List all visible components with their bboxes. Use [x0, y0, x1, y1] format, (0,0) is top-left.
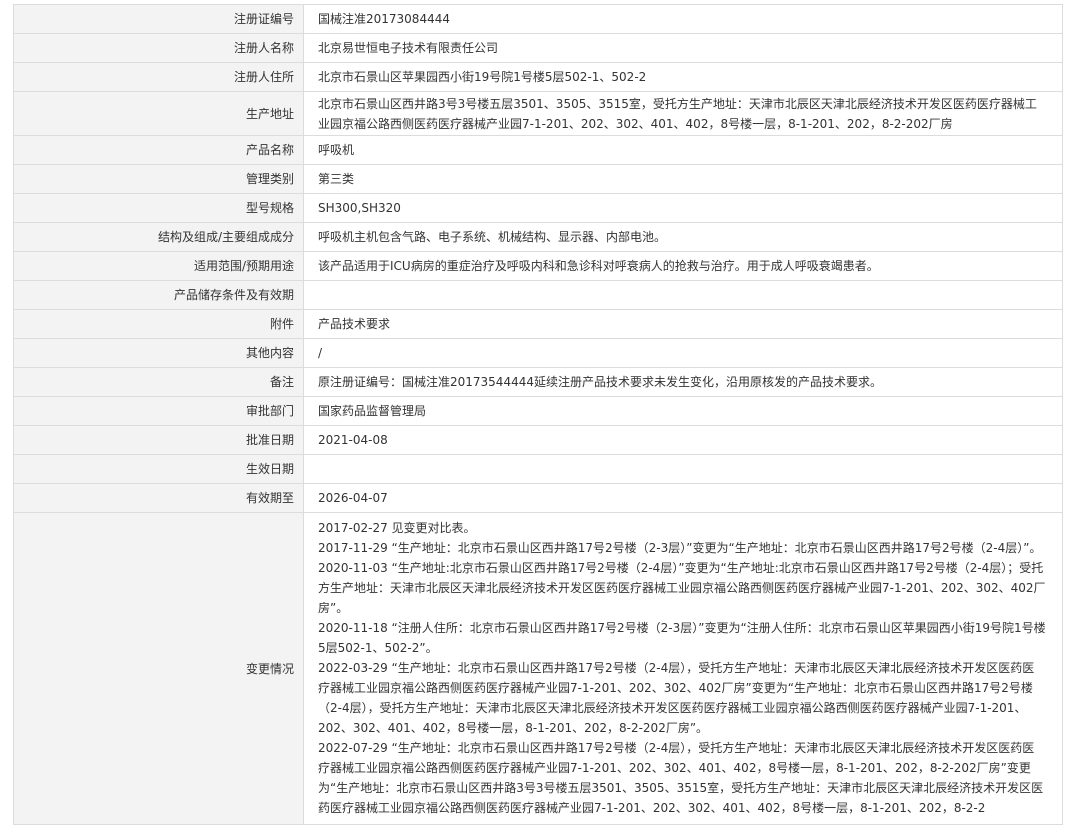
row-attachment: 附件 产品技术要求	[13, 309, 1063, 339]
value-structure: 呼吸机主机包含气路、电子系统、机械结构、显示器、内部电池。	[303, 222, 1063, 252]
label-authority: 审批部门	[13, 396, 304, 426]
label-production-address: 生产地址	[13, 91, 304, 136]
change-entry: 2017-02-27 见变更对比表。	[318, 521, 476, 535]
label-category: 管理类别	[13, 164, 304, 194]
value-authority: 国家药品监督管理局	[303, 396, 1063, 426]
value-storage	[303, 280, 1063, 310]
label-changes: 变更情况	[13, 512, 304, 825]
value-registrant: 北京易世恒电子技术有限责任公司	[303, 33, 1063, 63]
label-storage: 产品储存条件及有效期	[13, 280, 304, 310]
change-entry: 2020-11-18 “注册人住所：北京市石景山区西井路17号2号楼（2-3层）…	[318, 621, 1046, 655]
value-effective-date	[303, 454, 1063, 484]
registration-detail: 注册证编号 国械注准20173084444 注册人名称 北京易世恒电子技术有限责…	[13, 4, 1063, 825]
label-product-name: 产品名称	[13, 135, 304, 165]
row-registrant-address: 注册人住所 北京市石景山区苹果园西小街19号院1号楼5层502-1、502-2	[13, 62, 1063, 92]
row-effective-date: 生效日期	[13, 454, 1063, 484]
row-category: 管理类别 第三类	[13, 164, 1063, 194]
label-structure: 结构及组成/主要组成成分	[13, 222, 304, 252]
label-model: 型号规格	[13, 193, 304, 223]
row-product-name: 产品名称 呼吸机	[13, 135, 1063, 165]
change-entry: 2020-11-03 “生产地址:北京市石景山区西井路17号2号楼（2-4层）”…	[318, 561, 1046, 615]
change-entry: 2022-07-29 “生产地址：北京市石景山区西井路17号2号楼（2-4层），…	[318, 741, 1044, 815]
row-structure: 结构及组成/主要组成成分 呼吸机主机包含气路、电子系统、机械结构、显示器、内部电…	[13, 222, 1063, 252]
value-production-address: 北京市石景山区西井路3号3号楼五层3501、3505、3515室，受托方生产地址…	[303, 91, 1063, 136]
label-remarks: 备注	[13, 367, 304, 397]
row-other: 其他内容 /	[13, 338, 1063, 368]
label-expiry-date: 有效期至	[13, 483, 304, 513]
row-registrant: 注册人名称 北京易世恒电子技术有限责任公司	[13, 33, 1063, 63]
row-expiry-date: 有效期至 2026-04-07	[13, 483, 1063, 513]
row-authority: 审批部门 国家药品监督管理局	[13, 396, 1063, 426]
value-model: SH300,SH320	[303, 193, 1063, 223]
value-attachment: 产品技术要求	[303, 309, 1063, 339]
value-other: /	[303, 338, 1063, 368]
label-approval-date: 批准日期	[13, 425, 304, 455]
label-effective-date: 生效日期	[13, 454, 304, 484]
label-other: 其他内容	[13, 338, 304, 368]
row-reg-no: 注册证编号 国械注准20173084444	[13, 4, 1063, 34]
change-entry: 2017-11-29 “生产地址：北京市石景山区西井路17号2号楼（2-3层）”…	[318, 541, 1042, 555]
label-registrant: 注册人名称	[13, 33, 304, 63]
value-reg-no: 国械注准20173084444	[303, 4, 1063, 34]
row-changes: 变更情况 2017-02-27 见变更对比表。 2017-11-29 “生产地址…	[13, 512, 1063, 825]
row-model: 型号规格 SH300,SH320	[13, 193, 1063, 223]
label-scope: 适用范围/预期用途	[13, 251, 304, 281]
label-registrant-address: 注册人住所	[13, 62, 304, 92]
row-remarks: 备注 原注册证编号：国械注准20173544444延续注册产品技术要求未发生变化…	[13, 367, 1063, 397]
value-category: 第三类	[303, 164, 1063, 194]
value-scope: 该产品适用于ICU病房的重症治疗及呼吸内科和急诊科对呼衰病人的抢救与治疗。用于成…	[303, 251, 1063, 281]
registration-table: 注册证编号 国械注准20173084444 注册人名称 北京易世恒电子技术有限责…	[13, 4, 1063, 825]
row-approval-date: 批准日期 2021-04-08	[13, 425, 1063, 455]
row-production-address: 生产地址 北京市石景山区西井路3号3号楼五层3501、3505、3515室，受托…	[13, 91, 1063, 136]
value-registrant-address: 北京市石景山区苹果园西小街19号院1号楼5层502-1、502-2	[303, 62, 1063, 92]
label-reg-no: 注册证编号	[13, 4, 304, 34]
value-expiry-date: 2026-04-07	[303, 483, 1063, 513]
value-remarks: 原注册证编号：国械注准20173544444延续注册产品技术要求未发生变化，沿用…	[303, 367, 1063, 397]
label-attachment: 附件	[13, 309, 304, 339]
change-entry: 2022-03-29 “生产地址：北京市石景山区西井路17号2号楼（2-4层），…	[318, 661, 1035, 735]
row-storage: 产品储存条件及有效期	[13, 280, 1063, 310]
value-approval-date: 2021-04-08	[303, 425, 1063, 455]
value-changes: 2017-02-27 见变更对比表。 2017-11-29 “生产地址：北京市石…	[303, 512, 1063, 825]
row-scope: 适用范围/预期用途 该产品适用于ICU病房的重症治疗及呼吸内科和急诊科对呼衰病人…	[13, 251, 1063, 281]
value-product-name: 呼吸机	[303, 135, 1063, 165]
